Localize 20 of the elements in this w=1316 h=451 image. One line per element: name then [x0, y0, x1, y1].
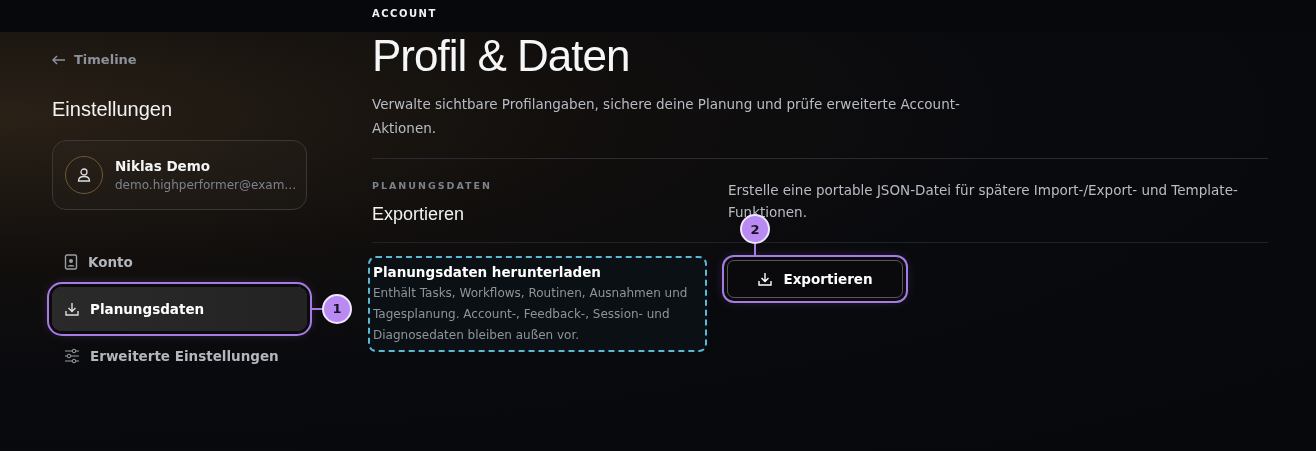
section-eyebrow: ACCOUNT [372, 7, 437, 21]
info-title: Planungsdaten herunterladen [373, 263, 602, 283]
profile-name: Niklas Demo [115, 156, 212, 176]
nav-item[interactable]: Erweiterte Einstellungen [52, 333, 307, 378]
id-card-icon [64, 253, 78, 270]
section-eyebrow: PLANUNGSDATEN [372, 179, 494, 193]
sidebar-title: Einstellungen [52, 96, 174, 122]
page-description: Verwalte sichtbare Profilangaben, sichere deine Planung und prüfe erweiterte Account-Aktionen. [372, 95, 961, 138]
back-arrow-icon [52, 54, 66, 65]
step-badge: 1 [322, 293, 352, 324]
user-icon [77, 167, 91, 182]
download-icon [757, 271, 774, 288]
section-title: Exportieren [372, 203, 466, 227]
sliders-icon [64, 347, 80, 364]
nav-item[interactable]: Konto [52, 239, 307, 284]
profile-email: demo.highperformer@exam… [115, 176, 294, 194]
download-icon [64, 300, 80, 317]
info-text: Enthält Tasks, Workflows, Routinen, Ausnahmen und Tagesplanung. Account-, Feedback-, Session- und Diagnosedaten bleiben außen vor. [373, 284, 689, 344]
back-link[interactable]: Timeline [52, 50, 137, 70]
page-title: Profil & Daten [372, 32, 631, 78]
